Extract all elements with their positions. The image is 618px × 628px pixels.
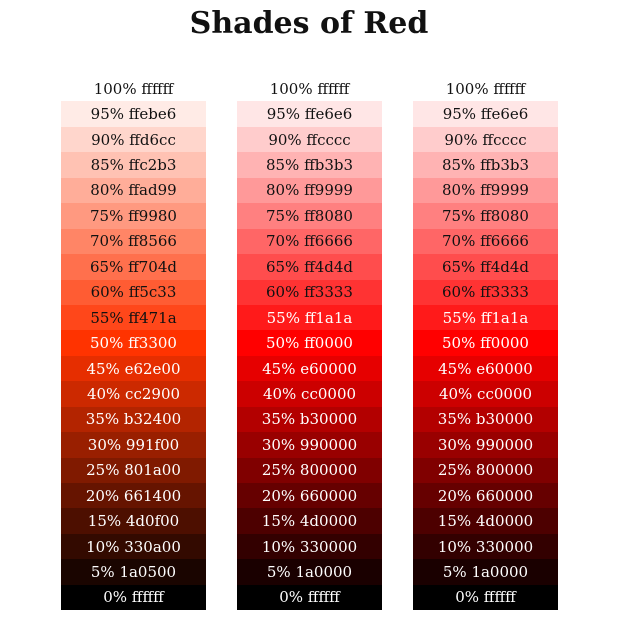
shade-swatch: 35% b30000 (413, 406, 558, 433)
shade-swatch: 100% ffffff (237, 76, 382, 102)
shade-swatch: 25% 800000 (237, 457, 382, 483)
shade-swatch: 30% 990000 (413, 432, 558, 458)
shade-swatch: 50% ff0000 (237, 330, 382, 356)
shade-swatch: 70% ff8566 (61, 228, 206, 255)
shade-swatch: 45% e60000 (413, 355, 558, 382)
shade-swatch: 80% ff9999 (413, 177, 558, 204)
shade-swatch: 90% ffcccc (237, 126, 382, 153)
shade-swatch: 0% ffffff (61, 584, 206, 611)
shade-swatch: 95% ffe6e6 (237, 101, 382, 127)
shade-swatch: 0% ffffff (237, 584, 382, 611)
shade-swatch: 40% cc2900 (61, 381, 206, 407)
shade-swatch: 85% ffc2b3 (61, 152, 206, 178)
shade-swatch: 25% 800000 (413, 457, 558, 483)
shade-swatch: 75% ff9980 (61, 203, 206, 229)
shade-swatch: 50% ff3300 (61, 330, 206, 356)
shade-swatch: 75% ff8080 (413, 203, 558, 229)
shade-swatch: 30% 991f00 (61, 432, 206, 458)
shade-swatch: 100% ffffff (413, 76, 558, 102)
shade-column-3: 100% ffffff 95% ffe6e6 90% ffcccc 85% ffb3b… (413, 76, 558, 611)
shade-swatch: 100% ffffff (61, 76, 206, 102)
shade-swatch: 5% 1a0000 (413, 559, 558, 585)
shade-swatch: 45% e60000 (237, 355, 382, 382)
shade-column-2: 100% ffffff 95% ffe6e6 90% ffcccc 85% ffb3b… (237, 76, 382, 611)
shade-column-1: 100% ffffff 95% ffebe6 90% ffd6cc 85% ffc2b… (61, 76, 206, 611)
shade-swatch: 80% ff9999 (237, 177, 382, 204)
shade-swatch: 5% 1a0000 (237, 559, 382, 585)
shade-swatch: 80% ffad99 (61, 177, 206, 204)
shade-swatch: 55% ff471a (61, 304, 206, 331)
shade-swatch: 45% e62e00 (61, 355, 206, 382)
shade-swatch: 60% ff3333 (413, 279, 558, 305)
shade-swatch: 95% ffe6e6 (413, 101, 558, 127)
page-title: Shades of Red (189, 6, 429, 41)
shade-swatch: 55% ff1a1a (413, 304, 558, 331)
shade-swatch: 30% 990000 (237, 432, 382, 458)
shade-swatch: 0% ffffff (413, 584, 558, 611)
shade-swatch: 60% ff3333 (237, 279, 382, 305)
shade-swatch: 35% b30000 (237, 406, 382, 433)
shade-swatch: 15% 4d0000 (237, 508, 382, 534)
shade-swatch: 60% ff5c33 (61, 279, 206, 305)
shade-swatch: 70% ff6666 (413, 228, 558, 255)
shade-swatch: 40% cc0000 (413, 381, 558, 407)
shade-swatch: 85% ffb3b3 (237, 152, 382, 178)
shade-swatch: 50% ff0000 (413, 330, 558, 356)
shade-swatch: 90% ffcccc (413, 126, 558, 153)
shade-swatch: 5% 1a0500 (61, 559, 206, 585)
shade-swatch: 55% ff1a1a (237, 304, 382, 331)
shade-swatch: 10% 330000 (237, 533, 382, 560)
shade-swatch: 65% ff4d4d (413, 254, 558, 280)
shade-swatch: 15% 4d0000 (413, 508, 558, 534)
shade-swatch: 10% 330a00 (61, 533, 206, 560)
shade-swatch: 65% ff4d4d (237, 254, 382, 280)
shade-swatch: 65% ff704d (61, 254, 206, 280)
shade-swatch: 40% cc0000 (237, 381, 382, 407)
shade-swatch: 20% 660000 (237, 483, 382, 509)
shade-swatch: 70% ff6666 (237, 228, 382, 255)
shade-swatch: 95% ffebe6 (61, 101, 206, 127)
shade-swatch: 35% b32400 (61, 406, 206, 433)
shade-swatch: 75% ff8080 (237, 203, 382, 229)
shade-swatch: 85% ffb3b3 (413, 152, 558, 178)
shade-swatch: 20% 660000 (413, 483, 558, 509)
shade-swatch: 20% 661400 (61, 483, 206, 509)
shade-swatch: 25% 801a00 (61, 457, 206, 483)
shade-swatch: 15% 4d0f00 (61, 508, 206, 534)
shade-swatch: 10% 330000 (413, 533, 558, 560)
shade-swatch: 90% ffd6cc (61, 126, 206, 153)
